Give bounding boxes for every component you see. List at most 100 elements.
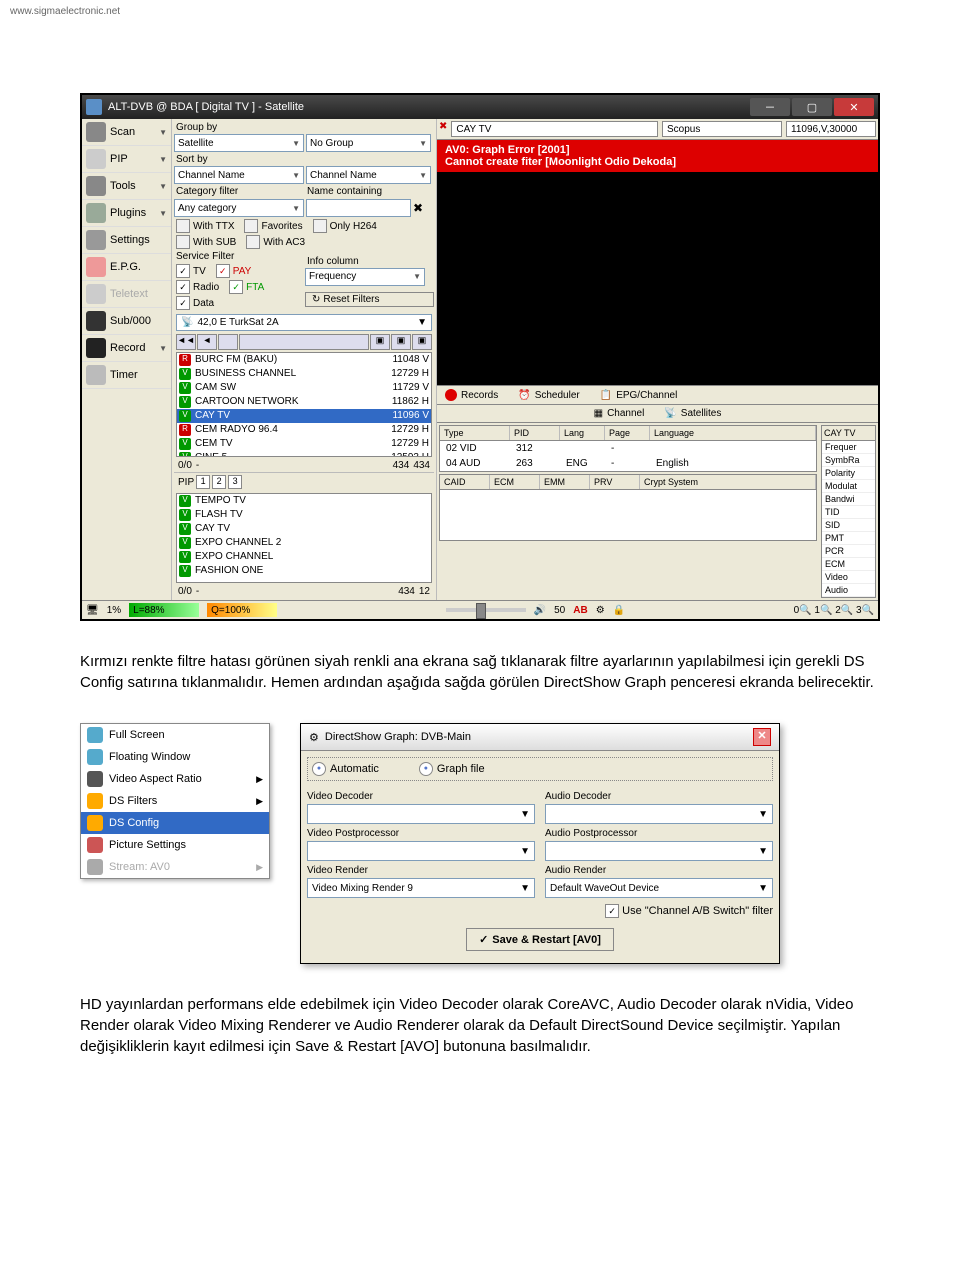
channel-badge: V	[179, 438, 191, 450]
pay-checkbox[interactable]: PAY	[216, 264, 252, 278]
radio-graph-file[interactable]: Graph file	[419, 762, 485, 776]
context-menu-item[interactable]: Video Aspect Ratio▶	[81, 768, 269, 790]
reset-filters-button[interactable]: ↻Reset Filters	[305, 292, 434, 307]
window-title: ALT-DVB @ BDA [ Digital TV ] - Satellite	[108, 101, 304, 113]
channel-row[interactable]: VCAY TV11096 V	[177, 409, 431, 423]
pip-channel-row[interactable]: VFASHION ONE	[177, 564, 431, 578]
dsgraph-title-text: DirectShow Graph: DVB-Main	[325, 731, 471, 743]
nav-tools[interactable]: Tools▼	[82, 173, 171, 200]
adec-combo[interactable]: ▼	[545, 804, 773, 824]
with-ac3-checkbox[interactable]: With AC3	[246, 235, 305, 249]
channel-name: CINE 5	[195, 452, 375, 457]
favorites-checkbox[interactable]: Favorites	[244, 219, 302, 233]
lock-icon[interactable]: 🔒	[613, 605, 625, 616]
channel-row[interactable]: RCEM RADYO 96.412729 H	[177, 423, 431, 437]
ab-button[interactable]: AB	[573, 605, 587, 616]
sat-btn-5[interactable]: ▣	[391, 334, 411, 350]
context-menu-item[interactable]: DS Filters▶	[81, 790, 269, 812]
channel-row[interactable]: VBUSINESS CHANNEL12729 H	[177, 367, 431, 381]
with-ttx-checkbox[interactable]: With TTX	[176, 219, 234, 233]
data-checkbox[interactable]: Data	[176, 296, 214, 310]
nav-teletext[interactable]: Teletext	[82, 281, 171, 308]
radio-automatic[interactable]: Automatic	[312, 762, 379, 776]
sat-btn-4[interactable]: ▣	[370, 334, 390, 350]
pid-row[interactable]: 04 AUD263ENG-English	[440, 456, 816, 471]
tab-records[interactable]: Records	[445, 389, 498, 401]
pip-channel-row[interactable]: VFLASH TV	[177, 508, 431, 522]
pip-3[interactable]: 3	[228, 475, 242, 489]
vpp-combo[interactable]: ▼	[307, 841, 535, 861]
info-column-combo[interactable]: Frequency▼	[305, 268, 425, 286]
channel-row[interactable]: RBURC FM (BAKU)11048 V	[177, 353, 431, 367]
sat-btn-1[interactable]: ◄◄	[176, 334, 196, 350]
pip-2[interactable]: 2	[212, 475, 226, 489]
tv-checkbox[interactable]: TV	[176, 264, 206, 278]
pip-1[interactable]: 1	[196, 475, 210, 489]
radio-checkbox[interactable]: Radio	[176, 280, 219, 294]
minimize-button[interactable]: －	[750, 98, 790, 116]
sort-by-combo-2[interactable]: Channel Name▼	[306, 166, 431, 184]
pip-channel-row[interactable]: VTEMPO TV	[177, 494, 431, 508]
sat-btn-6[interactable]: ▣	[412, 334, 432, 350]
tab-epg[interactable]: 📋EPG/Channel	[600, 389, 678, 401]
category-combo[interactable]: Any category▼	[174, 199, 304, 217]
counter-mid: -	[196, 460, 199, 471]
channel-row[interactable]: VCINE 512593 H	[177, 451, 431, 457]
nav-scan[interactable]: Scan▼	[82, 119, 171, 146]
group-by-label: Group by	[174, 121, 434, 134]
pip-channel-list[interactable]: VTEMPO TVVFLASH TVVCAY TVVEXPO CHANNEL 2…	[176, 493, 432, 583]
tab-scheduler[interactable]: ⏰Scheduler	[518, 389, 579, 401]
nav-settings[interactable]: Settings	[82, 227, 171, 254]
nav-plugins[interactable]: Plugins▼	[82, 200, 171, 227]
context-menu-item[interactable]: Full Screen	[81, 724, 269, 746]
settings-icon[interactable]: ⚙	[596, 605, 605, 616]
nav-record[interactable]: Record▼	[82, 335, 171, 362]
context-menu-item[interactable]: Picture Settings	[81, 834, 269, 856]
pid-row[interactable]: 02 VID312-	[440, 441, 816, 456]
vdec-combo[interactable]: ▼	[307, 804, 535, 824]
pid-th-type: Type	[440, 426, 510, 440]
group-by-combo[interactable]: Satellite▼	[174, 134, 304, 152]
pip-channel-row[interactable]: VCAY TV	[177, 522, 431, 536]
volume-slider[interactable]	[446, 608, 526, 612]
maximize-button[interactable]: ▢	[792, 98, 832, 116]
sat-btn-3[interactable]	[218, 334, 238, 350]
pip-channel-row[interactable]: VEXPO CHANNEL 2	[177, 536, 431, 550]
clear-name-icon[interactable]: ✖	[413, 201, 423, 215]
channel-row[interactable]: VCEM TV12729 H	[177, 437, 431, 451]
page-header-url: www.sigmaelectronic.net	[0, 0, 960, 23]
no-group-combo[interactable]: No Group▼	[306, 134, 431, 152]
vren-combo[interactable]: Video Mixing Render 9▼	[307, 878, 535, 898]
channel-list[interactable]: RBURC FM (BAKU)11048 VVBUSINESS CHANNEL1…	[176, 352, 432, 457]
close-button[interactable]: ✕	[834, 98, 874, 116]
context-menu-item[interactable]: DS Config	[81, 812, 269, 834]
sat-btn-2[interactable]: ◄	[197, 334, 217, 350]
context-menu-item[interactable]: Floating Window	[81, 746, 269, 768]
dsgraph-close[interactable]: ✕	[753, 728, 771, 746]
fta-checkbox[interactable]: FTA	[229, 280, 264, 294]
counter-v1: 434	[393, 460, 410, 471]
nav-epg[interactable]: E.P.G.	[82, 254, 171, 281]
video-area[interactable]: AV0: Graph Error [2001] Cannot create fi…	[437, 140, 878, 385]
use-switch-checkbox[interactable]: Use "Channel A/B Switch" filter	[545, 904, 773, 918]
sort-by-combo-1[interactable]: Channel Name▼	[174, 166, 304, 184]
nav-timer[interactable]: Timer	[82, 362, 171, 389]
name-containing-input[interactable]	[306, 199, 411, 217]
channel-row[interactable]: VCARTOON NETWORK11862 H	[177, 395, 431, 409]
nav-sub[interactable]: Sub/000	[82, 308, 171, 335]
tab-satellites[interactable]: 📡Satellites	[664, 408, 721, 419]
only-h264-checkbox[interactable]: Only H264	[313, 219, 377, 233]
tab-channel[interactable]: ▦Channel	[594, 408, 645, 419]
channel-badge: V	[179, 565, 191, 577]
channel-row[interactable]: VCAM SW11729 V	[177, 381, 431, 395]
pip-channel-row[interactable]: VEXPO CHANNEL	[177, 550, 431, 564]
stop-icon[interactable]: ✖	[439, 121, 447, 137]
app-combo[interactable]: ▼	[545, 841, 773, 861]
with-sub-checkbox[interactable]: With SUB	[176, 235, 236, 249]
satellite-select[interactable]: 📡 42,0 E TurkSat 2A ▼	[176, 314, 432, 331]
aren-combo[interactable]: Default WaveOut Device▼	[545, 878, 773, 898]
save-restart-button[interactable]: ✓Save & Restart [AV0]	[466, 928, 614, 951]
chevron-down-icon: ▼	[159, 209, 167, 218]
nav-label: E.P.G.	[110, 261, 167, 273]
nav-pip[interactable]: PIP▼	[82, 146, 171, 173]
